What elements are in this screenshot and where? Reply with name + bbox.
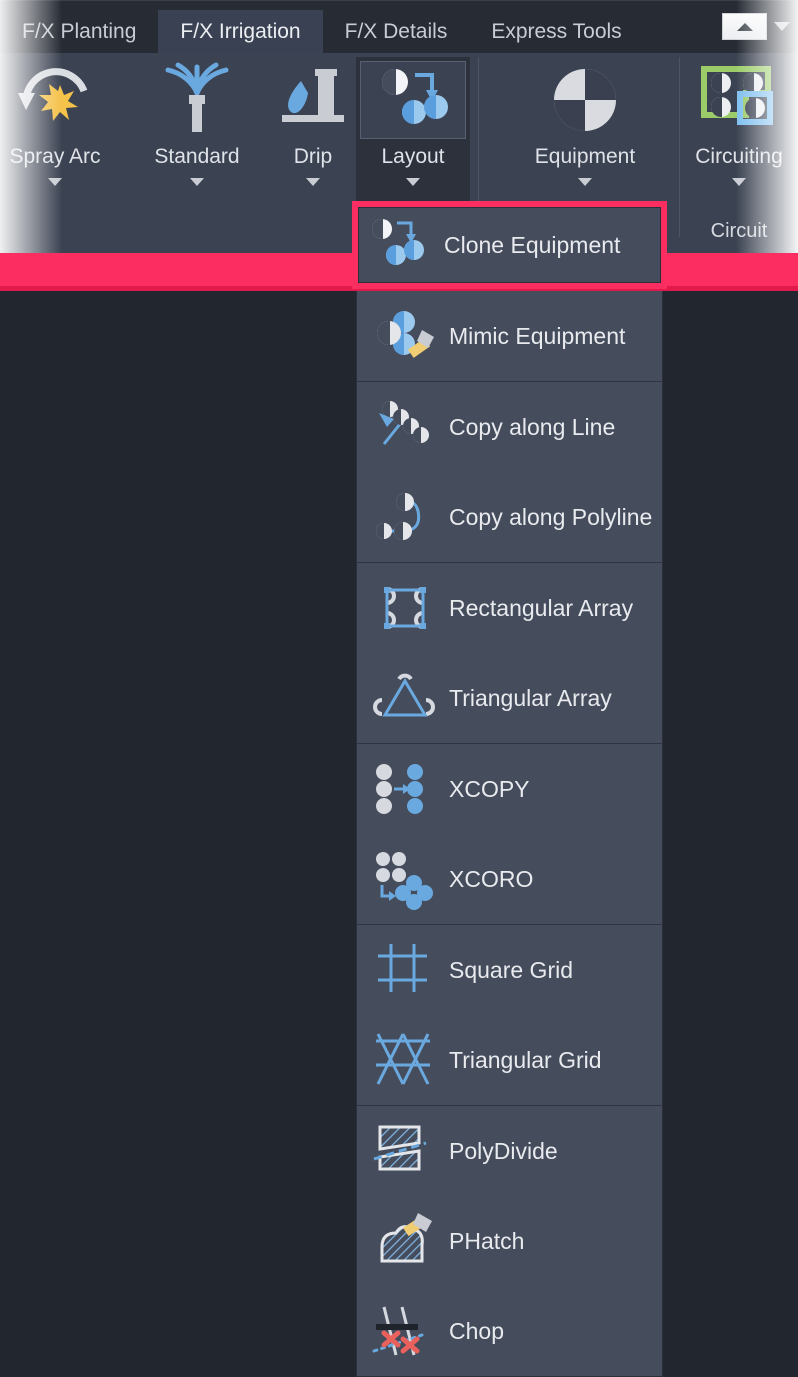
ribbon-panel-title: Circuit: [710, 220, 768, 242]
menu-item-square-grid[interactable]: Square Grid: [357, 925, 662, 1015]
drip-emitter-icon: [260, 61, 366, 139]
ribbon-button-label: Layout: [381, 145, 445, 168]
square-grid-icon: [373, 938, 437, 1002]
menu-item-label: XCORO: [449, 865, 534, 892]
layout-dropdown-menu: Mimic Equipment Copy along Line Copy alo…: [356, 205, 663, 1377]
ribbon-button-standard[interactable]: Standard: [142, 57, 252, 227]
menu-item-copy-along-line[interactable]: Copy along Line: [357, 382, 662, 472]
chevron-down-icon[interactable]: [306, 178, 320, 186]
equipment-pie-icon: [532, 61, 638, 139]
chevron-down-icon[interactable]: [732, 178, 746, 186]
menu-item-phatch[interactable]: PHatch: [357, 1196, 662, 1286]
ribbon-controls: [722, 13, 790, 40]
chevron-down-icon[interactable]: [190, 178, 204, 186]
standard-sprinkler-icon: [144, 61, 250, 139]
ribbon-tab-bar: F/X Planting F/X Irrigation F/X Details …: [0, 0, 798, 54]
tab-express-tools[interactable]: Express Tools: [469, 10, 643, 54]
chevron-down-icon[interactable]: [578, 178, 592, 186]
menu-item-label: Copy along Polyline: [449, 503, 653, 530]
clone-equipment-icon: [368, 213, 432, 277]
chevron-down-icon[interactable]: [406, 178, 420, 186]
menu-item-label: Copy along Line: [449, 413, 616, 440]
copy-along-polyline-icon: [373, 485, 437, 549]
layout-clone-icon: [360, 61, 466, 139]
tab-fx-details[interactable]: F/X Details: [323, 10, 470, 54]
ribbon-button-label: Circuiting: [695, 145, 783, 168]
mimic-equipment-icon: [373, 304, 437, 368]
menu-item-label: XCOPY: [449, 775, 530, 802]
menu-item-label: Chop: [449, 1317, 504, 1344]
application-window: F/X Planting F/X Irrigation F/X Details …: [0, 0, 798, 1377]
tab-fx-irrigation[interactable]: F/X Irrigation: [158, 10, 323, 54]
polydivide-icon: [373, 1119, 437, 1183]
ribbon-button-label: Standard: [154, 145, 240, 168]
ribbon-button-label: Drip: [293, 145, 333, 168]
ribbon-button-label: Spray Arc: [9, 145, 101, 168]
ribbon-button-circuiting[interactable]: Circuiting: [680, 57, 798, 227]
triangular-array-icon: [373, 666, 437, 730]
triangle-up-icon: [736, 22, 753, 31]
menu-item-clone-equipment[interactable]: Clone Equipment: [358, 207, 661, 283]
menu-item-copy-along-polyline[interactable]: Copy along Polyline: [357, 472, 662, 562]
menu-item-xcoro[interactable]: XCORO: [357, 834, 662, 924]
circuiting-icon: [686, 61, 792, 139]
xcopy-icon: [373, 757, 437, 821]
menu-item-label: PolyDivide: [449, 1137, 558, 1164]
menu-item-mimic-equipment[interactable]: Mimic Equipment: [357, 291, 662, 381]
ribbon-panel-title: Place Head/Emitter: [0, 220, 218, 243]
ribbon-panel-circuit: Circuiting Circuit: [680, 53, 798, 253]
menu-item-label: PHatch: [449, 1227, 525, 1254]
spray-arc-icon: [2, 61, 108, 139]
rectangular-array-icon: [373, 576, 437, 640]
ribbon-button-label: Equipment: [534, 145, 636, 168]
menu-item-label: Mimic Equipment: [449, 322, 626, 349]
menu-item-label: Square Grid: [449, 956, 574, 983]
ribbon-minimize-button[interactable]: [722, 13, 767, 40]
triangular-grid-icon: [373, 1028, 437, 1092]
chop-icon: [372, 1299, 437, 1363]
menu-item-xcopy[interactable]: XCOPY: [357, 744, 662, 834]
menu-item-label: Triangular Grid: [449, 1046, 602, 1073]
menu-item-clone-equipment-highlight: Clone Equipment: [352, 201, 667, 289]
xcoro-icon: [373, 847, 437, 911]
chevron-down-icon[interactable]: [48, 178, 62, 186]
chevron-down-icon[interactable]: [774, 22, 790, 31]
menu-item-polydivide[interactable]: PolyDivide: [357, 1106, 662, 1196]
menu-item-label: Triangular Array: [449, 684, 612, 711]
copy-along-line-icon: [373, 395, 437, 459]
menu-item-triangular-grid[interactable]: Triangular Grid: [357, 1015, 662, 1105]
menu-item-chop[interactable]: Chop: [357, 1286, 662, 1376]
ribbon-button-spray-arc[interactable]: Spray Arc: [0, 57, 110, 227]
tab-fx-planting[interactable]: F/X Planting: [0, 10, 158, 54]
menu-item-triangular-array[interactable]: Triangular Array: [357, 653, 662, 743]
phatch-icon: [373, 1209, 437, 1273]
menu-item-label: Clone Equipment: [444, 231, 621, 258]
tab-list: F/X Planting F/X Irrigation F/X Details …: [0, 1, 644, 54]
menu-item-rectangular-array[interactable]: Rectangular Array: [357, 563, 662, 653]
menu-item-label: Rectangular Array: [449, 594, 634, 621]
